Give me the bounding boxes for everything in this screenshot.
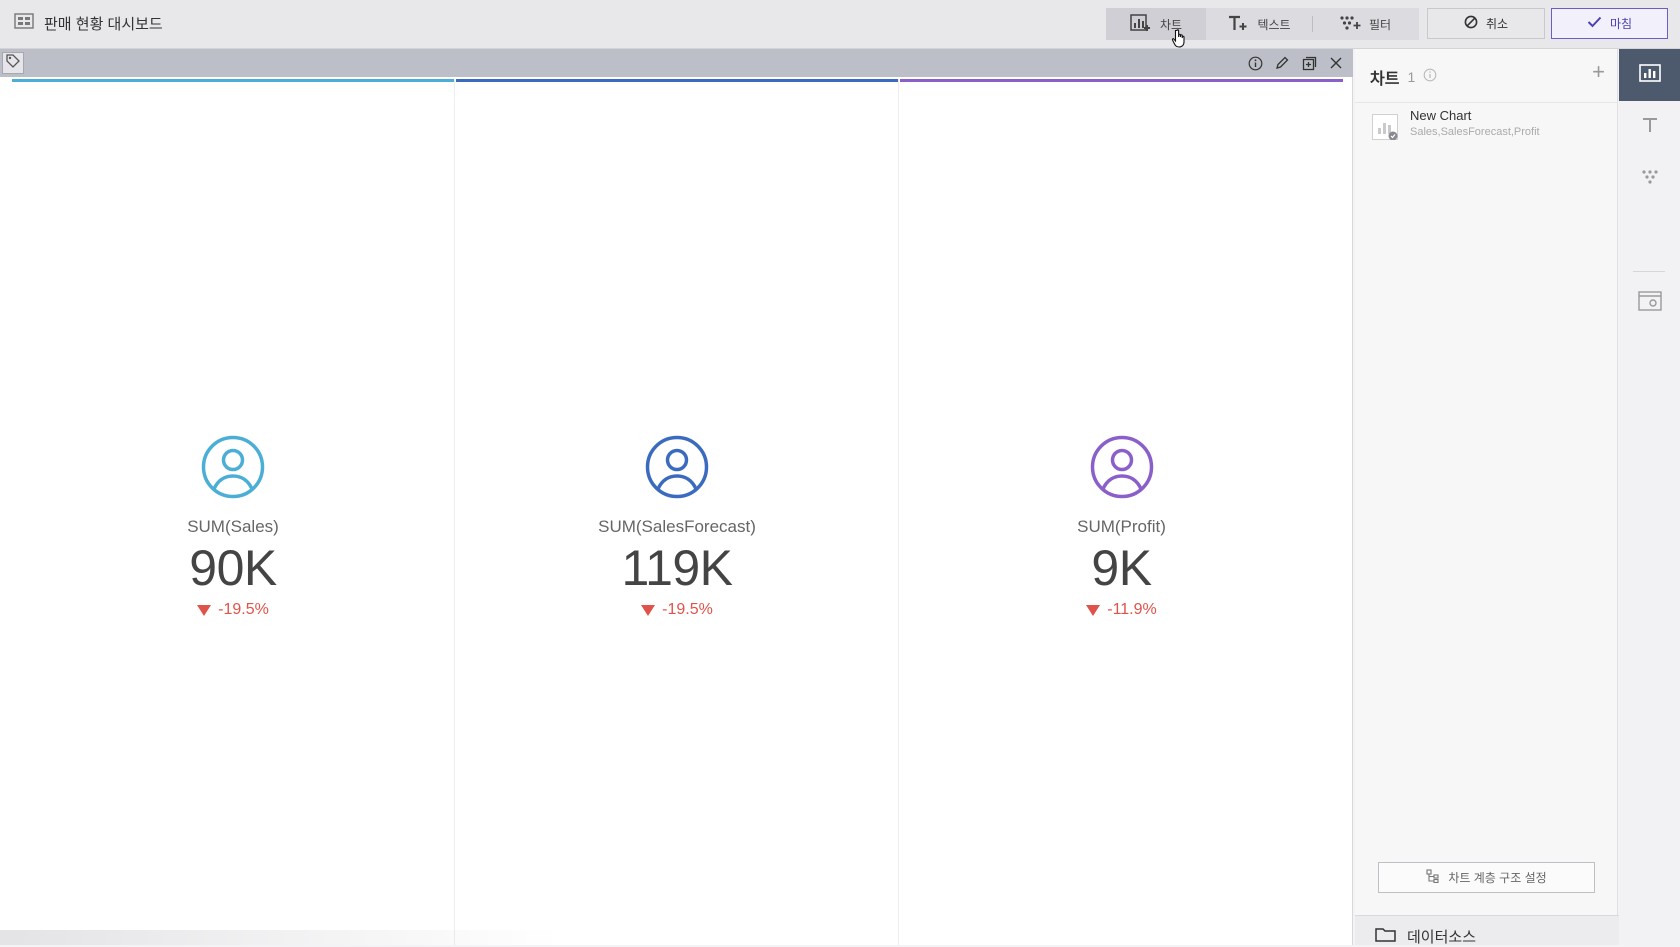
divider <box>1355 102 1618 103</box>
user-icon <box>200 434 266 505</box>
kpi-card-sales[interactable]: SUM(Sales) 90K -19.5% <box>12 79 455 945</box>
chart-thumb-icon <box>1372 114 1398 140</box>
kpi-change: -19.5% <box>641 601 713 619</box>
hierarchy-label: 차트 계층 구조 설정 <box>1448 871 1547 885</box>
chart-count: 1 <box>1407 69 1416 85</box>
rail-layout-button[interactable] <box>1619 277 1680 329</box>
tag-icon <box>6 53 20 73</box>
text-panel-icon <box>1641 116 1659 139</box>
check-icon <box>1587 16 1602 31</box>
widget-actions <box>1246 54 1345 72</box>
add-chart-plus-button[interactable]: + <box>1592 61 1605 83</box>
widget-header <box>0 49 1353 77</box>
chart-hierarchy-button[interactable]: 차트 계층 구조 설정 <box>1378 862 1595 893</box>
kpi-label: SUM(Sales) <box>187 517 279 536</box>
hierarchy-icon <box>1426 869 1440 886</box>
chart-panel-icon <box>1638 63 1661 87</box>
info-icon[interactable] <box>1423 68 1437 87</box>
side-rail <box>1619 49 1680 945</box>
cancel-icon <box>1464 15 1478 32</box>
add-text-label: 텍스트 <box>1257 17 1291 32</box>
panel-title: 차트 <box>1370 71 1400 88</box>
rail-text-button[interactable] <box>1619 101 1680 153</box>
kpi-value: 90K <box>189 540 277 596</box>
dashboard-title-area: 판매 현황 대시보드 <box>14 13 163 34</box>
close-icon[interactable] <box>1327 54 1345 72</box>
kpi-color-bar <box>12 79 454 82</box>
kpi-value: 9K <box>1091 540 1152 596</box>
filter-icon <box>1339 15 1361 34</box>
cancel-label: 취소 <box>1485 17 1509 31</box>
user-icon <box>1089 434 1155 505</box>
dashboard-icon <box>14 13 34 34</box>
cancel-button[interactable]: 취소 <box>1427 8 1545 39</box>
page-title: 판매 현황 대시보드 <box>44 16 163 33</box>
scroll-shadow <box>0 930 560 945</box>
down-triangle-icon <box>197 604 212 616</box>
datasource-label: 데이터소스 <box>1407 929 1477 946</box>
layout-panel-icon <box>1637 290 1662 316</box>
chart-list-item[interactable]: New Chart Sales,SalesForecast,Profit <box>1372 108 1612 146</box>
panel-header: 차트 1 <box>1370 65 1437 89</box>
chart-fields: Sales,SalesForecast,Profit <box>1410 126 1540 138</box>
rail-divider <box>1633 271 1665 272</box>
rail-chart-button[interactable] <box>1619 49 1680 101</box>
add-tool-group: 차트 텍스트 필터 <box>1106 8 1419 40</box>
down-triangle-icon <box>641 604 656 616</box>
datasource-wrap: 데이터소스 <box>1375 926 1476 947</box>
filter-panel-icon <box>1641 169 1659 190</box>
datasource-icon <box>1375 926 1397 947</box>
kpi-label: SUM(SalesForecast) <box>598 517 756 536</box>
add-filter-button[interactable]: 필터 <box>1313 8 1417 40</box>
kpi-change-value: -19.5% <box>218 601 269 618</box>
kpi-change-value: -19.5% <box>662 601 713 618</box>
done-label: 마침 <box>1609 17 1633 31</box>
add-chart-button[interactable]: 차트 <box>1106 8 1206 40</box>
add-text-icon <box>1227 14 1249 35</box>
chart-name: New Chart <box>1410 108 1472 123</box>
kpi-change-value: -11.9% <box>1107 601 1157 618</box>
kpi-change: -19.5% <box>197 601 269 619</box>
user-icon <box>644 434 710 505</box>
kpi-card-sales-forecast[interactable]: SUM(SalesForecast) 119K -19.5% <box>456 79 899 945</box>
down-triangle-icon <box>1086 604 1101 616</box>
kpi-widget[interactable]: SUM(Sales) 90K -19.5% SUM(SalesForecast)… <box>0 49 1353 945</box>
kpi-card-profit[interactable]: SUM(Profit) 9K -11.9% <box>900 79 1343 945</box>
tag-button[interactable] <box>2 52 24 74</box>
done-button[interactable]: 마침 <box>1551 8 1668 39</box>
kpi-color-bar <box>900 79 1343 82</box>
kpi-value: 119K <box>621 540 733 596</box>
kpi-change: -11.9% <box>1086 601 1157 619</box>
kpi-color-bar <box>456 79 898 82</box>
kpi-label: SUM(Profit) <box>1077 517 1166 536</box>
info-icon[interactable] <box>1246 54 1264 72</box>
edit-icon[interactable] <box>1273 54 1291 72</box>
add-text-button[interactable]: 텍스트 <box>1206 8 1312 40</box>
rail-filter-button[interactable] <box>1619 153 1680 205</box>
top-bar: 판매 현황 대시보드 차트 텍스트 필터 취소 마침 <box>0 0 1680 49</box>
copy-icon[interactable] <box>1300 54 1318 72</box>
add-filter-label: 필터 <box>1368 17 1392 32</box>
chart-list-panel: 차트 1 + New Chart Sales,SalesForecast,Pro… <box>1355 49 1668 947</box>
chart-item-text: New Chart Sales,SalesForecast,Profit <box>1410 108 1540 146</box>
add-chart-icon <box>1130 13 1152 35</box>
